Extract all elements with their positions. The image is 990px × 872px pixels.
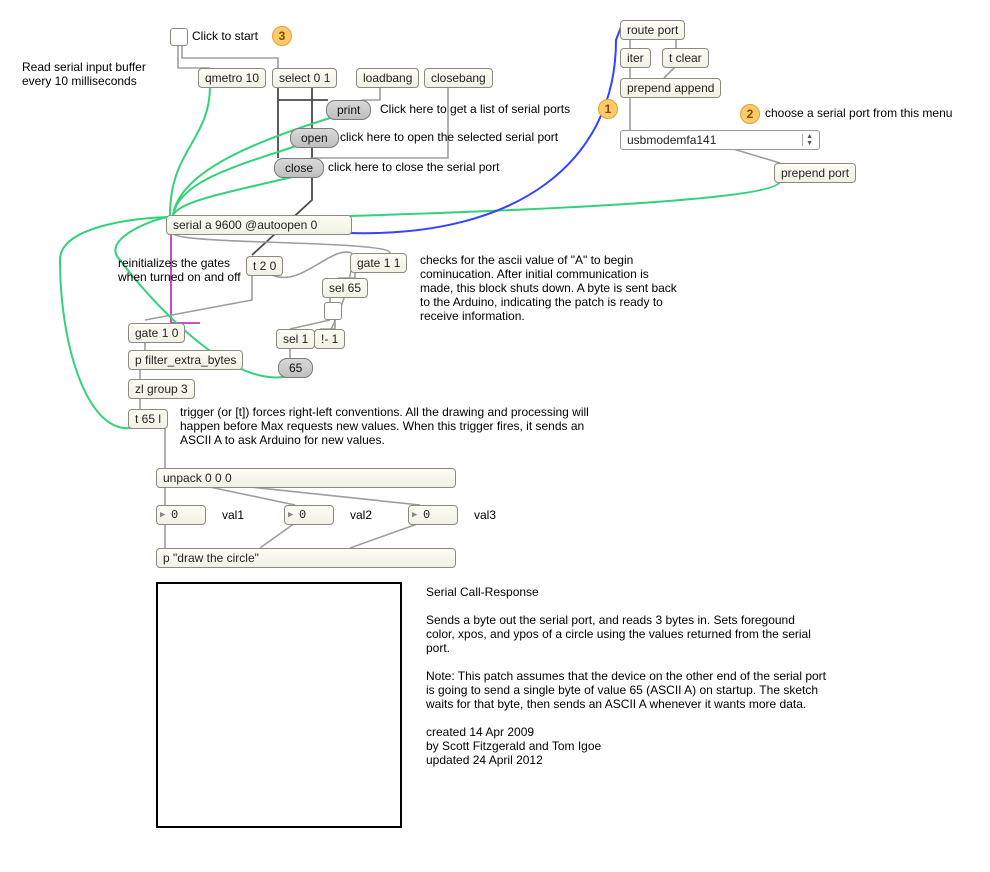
desc-p2: Note: This patch assumes that the device… xyxy=(426,669,826,711)
close-help-comment: click here to close the serial port xyxy=(328,160,499,174)
msg-65[interactable]: 65 xyxy=(278,358,313,378)
select-object[interactable]: select 0 1 xyxy=(272,68,337,88)
serial-port-umenu[interactable]: usbmodemfa141 ▲▼ xyxy=(620,130,820,150)
umenu-selected: usbmodemfa141 xyxy=(627,133,716,147)
ascii-a-toggle[interactable] xyxy=(324,302,342,320)
iter-object[interactable]: iter xyxy=(620,48,651,68)
start-toggle[interactable] xyxy=(170,28,188,46)
open-msg[interactable]: open xyxy=(290,128,339,148)
zlgroup-object[interactable]: zl group 3 xyxy=(128,379,195,399)
qmetro-object[interactable]: qmetro 10 xyxy=(198,68,266,88)
click-to-start-label: Click to start xyxy=(192,29,258,43)
gate11-object[interactable]: gate 1 1 xyxy=(350,253,407,273)
not1-object[interactable]: !- 1 xyxy=(314,329,345,349)
reinit-comment: reinitializes the gates when turned on a… xyxy=(118,256,241,284)
val1-numbox[interactable]: 0 xyxy=(156,505,206,525)
routeport-object[interactable]: route port xyxy=(620,20,685,40)
open-help-comment: click here to open the selected serial p… xyxy=(340,130,558,144)
val2-label: val2 xyxy=(350,508,372,522)
prepend-port-object[interactable]: prepend port xyxy=(774,163,856,183)
step-3-bubble: 3 xyxy=(272,26,292,46)
filter-subpatch[interactable]: p filter_extra_bytes xyxy=(128,350,243,370)
desc-p1: Sends a byte out the serial port, and re… xyxy=(426,613,811,655)
val3-label: val3 xyxy=(474,508,496,522)
val3-numbox[interactable]: 0 xyxy=(408,505,458,525)
step-1-bubble: 1 xyxy=(598,99,618,119)
unpack-object[interactable]: unpack 0 0 0 xyxy=(156,468,456,488)
max-patch: Click to start 3 Read serial input buffe… xyxy=(0,0,990,872)
val2-numbox[interactable]: 0 xyxy=(284,505,334,525)
chevron-updown-icon: ▲▼ xyxy=(806,133,813,147)
closebang-object[interactable]: closebang xyxy=(424,68,493,88)
t20-object[interactable]: t 2 0 xyxy=(246,256,283,276)
val1-label: val1 xyxy=(222,508,244,522)
print-help-comment: Click here to get a list of serial ports xyxy=(380,102,570,116)
sel65-object[interactable]: sel 65 xyxy=(322,278,368,298)
output-display-panel xyxy=(156,582,402,828)
read-serial-comment: Read serial input buffer every 10 millis… xyxy=(22,60,146,88)
draw-circle-subpatch[interactable]: p "draw the circle" xyxy=(156,548,456,568)
desc-p3: created 14 Apr 2009 by Scott Fitzgerald … xyxy=(426,725,601,767)
trigger-comment: trigger (or [t]) forces right-left conve… xyxy=(180,405,610,447)
close-msg[interactable]: close xyxy=(274,158,324,178)
t65l-object[interactable]: t 65 l xyxy=(128,409,168,429)
serial-object[interactable]: serial a 9600 @autoopen 0 xyxy=(166,215,352,235)
prepend-append-object[interactable]: prepend append xyxy=(620,78,721,98)
ascii-a-comment: checks for the ascii value of "A" to beg… xyxy=(420,253,680,323)
description-block: Serial Call-Response Sends a byte out th… xyxy=(426,585,826,767)
print-msg[interactable]: print xyxy=(326,100,371,120)
step-2-bubble: 2 xyxy=(740,104,760,124)
sel1-object[interactable]: sel 1 xyxy=(276,329,315,349)
gate10-object[interactable]: gate 1 0 xyxy=(128,323,185,343)
loadbang-object[interactable]: loadbang xyxy=(356,68,419,88)
desc-title: Serial Call-Response xyxy=(426,585,539,599)
choose-serial-comment: choose a serial port from this menu xyxy=(765,106,952,120)
tclear-object[interactable]: t clear xyxy=(662,48,709,68)
